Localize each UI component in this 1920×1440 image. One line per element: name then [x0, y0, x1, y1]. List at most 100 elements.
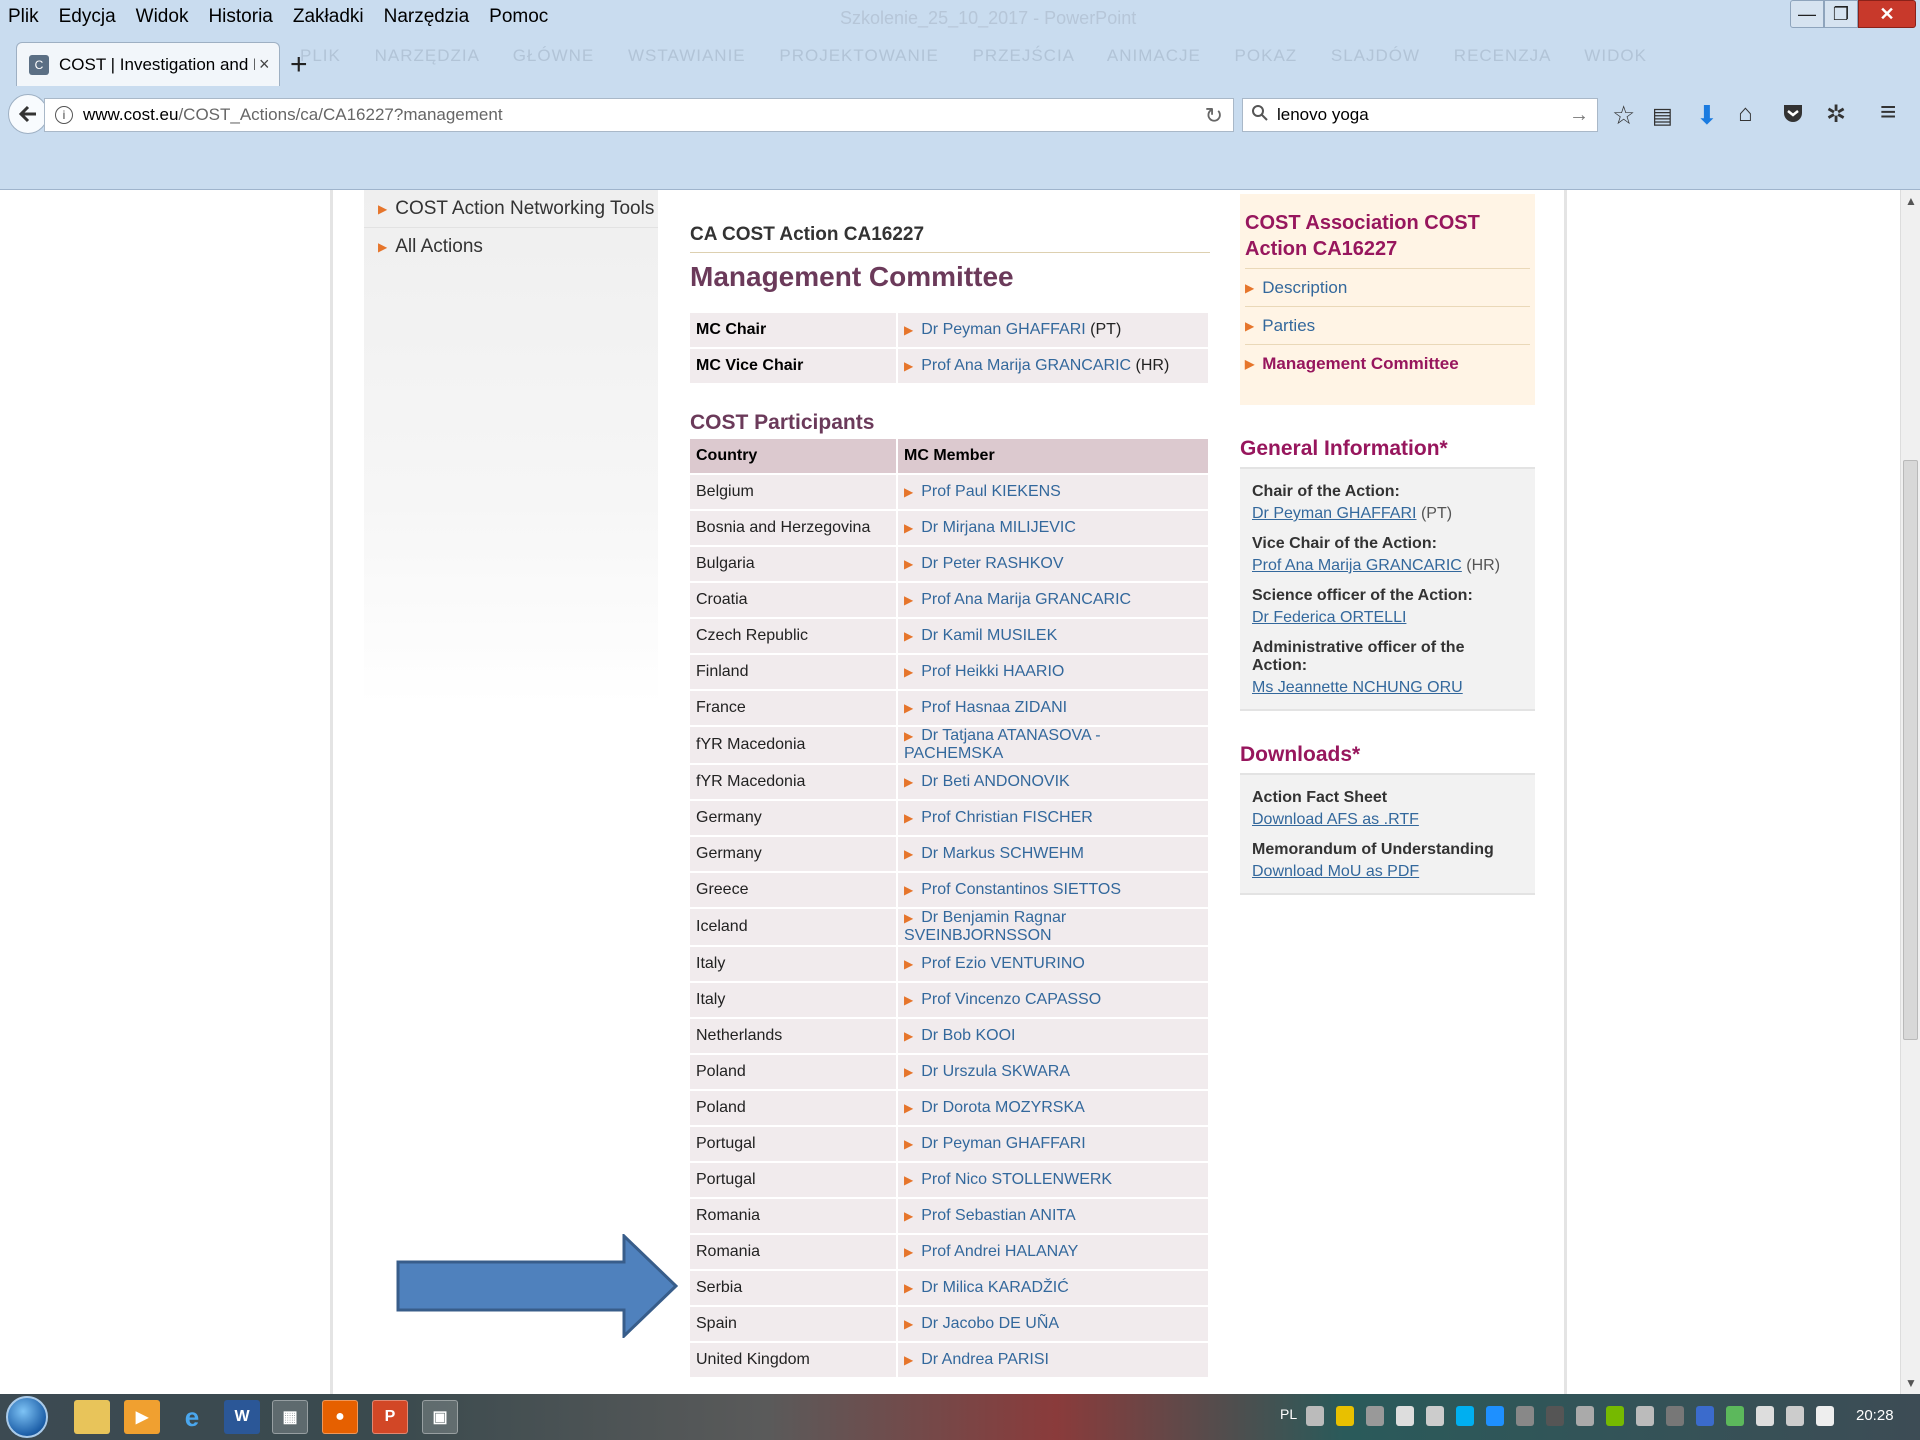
wifi-signal-icon[interactable]	[1786, 1406, 1804, 1426]
member-link[interactable]: Prof Andrei HALANAY	[921, 1243, 1078, 1260]
volume-icon[interactable]	[1816, 1406, 1834, 1426]
bluetooth-icon[interactable]	[1696, 1406, 1714, 1426]
menu-pomoc[interactable]: Pomoc	[487, 6, 550, 28]
nvidia-icon[interactable]	[1606, 1406, 1624, 1426]
member-link[interactable]: Prof Ana Marija GRANCARIC	[921, 591, 1131, 608]
member-link[interactable]: Dr Milica KARADŽIĆ	[921, 1279, 1069, 1296]
action-link-management-committee[interactable]: ▶ Management Committee	[1245, 345, 1530, 383]
remote-desktop-icon[interactable]: ▣	[422, 1400, 458, 1434]
member-link[interactable]: Prof Heikki HAARIO	[921, 663, 1064, 680]
leftnav-networking-tools[interactable]: ▶ COST Action Networking Tools	[364, 190, 658, 228]
menu-icon[interactable]: ≡	[1880, 96, 1896, 128]
person-link[interactable]: Dr Federica ORTELLI	[1252, 609, 1406, 627]
person-link[interactable]: Prof Ana Marija GRANCARIC	[921, 357, 1131, 374]
url-bar[interactable]: i www.cost.eu/COST_Actions/ca/CA16227?ma…	[44, 98, 1234, 132]
scroll-thumb[interactable]	[1903, 460, 1918, 1040]
menu-historia[interactable]: Historia	[206, 6, 274, 28]
device-icon[interactable]	[1636, 1406, 1654, 1426]
download-link[interactable]: Download AFS as .RTF	[1252, 811, 1419, 829]
search-go-icon[interactable]: →	[1569, 104, 1589, 127]
usb-icon[interactable]	[1726, 1406, 1744, 1426]
member-link[interactable]: Prof Nico STOLLENWERK	[921, 1171, 1112, 1188]
member-link[interactable]: Dr Peter RASHKOV	[921, 555, 1063, 572]
member-link[interactable]: Dr Benjamin Ragnar SVEINBJORNSSON	[904, 909, 1066, 944]
vertical-scrollbar[interactable]: ▲ ▼	[1900, 190, 1920, 1394]
tab-close-icon[interactable]: ×	[259, 54, 270, 75]
gamepad-icon[interactable]	[1516, 1406, 1534, 1426]
mute-icon[interactable]	[1576, 1406, 1594, 1426]
member-link[interactable]: Dr Tatjana ATANASOVA - PACHEMSKA	[904, 727, 1101, 762]
star-icon[interactable]: ☆	[1612, 100, 1635, 131]
menu-edycja[interactable]: Edycja	[57, 6, 118, 28]
camera-icon[interactable]	[1666, 1406, 1684, 1426]
battery-icon[interactable]	[1756, 1406, 1774, 1426]
download-link[interactable]: Download MoU as PDF	[1252, 863, 1419, 881]
member-link[interactable]: Dr Markus SCHWEHM	[921, 845, 1084, 862]
menu-zakladki[interactable]: Zakładki	[291, 6, 366, 28]
member-link[interactable]: Dr Jacobo DE UÑA	[921, 1315, 1059, 1332]
powerpoint-icon[interactable]: P	[372, 1400, 408, 1434]
maximize-button[interactable]: ❐	[1824, 0, 1858, 28]
member-link[interactable]: Dr Peyman GHAFFARI	[921, 1135, 1085, 1152]
reading-list-icon[interactable]: ▤	[1652, 103, 1673, 129]
download-icon[interactable]: ⬇	[1696, 100, 1718, 131]
network-drive-icon[interactable]	[1366, 1406, 1384, 1426]
display-icon[interactable]	[1546, 1406, 1564, 1426]
member-link[interactable]: Prof Christian FISCHER	[921, 809, 1093, 826]
search-bar[interactable]: lenovo yoga →	[1242, 98, 1598, 132]
browser-tab[interactable]: C COST | Investigation and Mat ×	[16, 42, 280, 86]
member-link[interactable]: Dr Urszula SKWARA	[921, 1063, 1070, 1080]
site-info-icon[interactable]: i	[55, 106, 73, 124]
person-link[interactable]: Ms Jeannette NCHUNG ORU	[1252, 679, 1463, 697]
member-link[interactable]: Prof Hasnaa ZIDANI	[921, 699, 1067, 716]
calculator-icon[interactable]: ▦	[272, 1400, 308, 1434]
bullet-arrow-icon: ▶	[1245, 357, 1255, 371]
member-link[interactable]: Dr Beti ANDONOVIK	[921, 773, 1069, 790]
person-link[interactable]: Dr Peyman GHAFFARI	[1252, 505, 1416, 523]
person-link[interactable]: Prof Ana Marija GRANCARIC	[1252, 557, 1462, 575]
member-link[interactable]: Dr Bob KOOI	[921, 1027, 1015, 1044]
member-link[interactable]: Prof Sebastian ANITA	[921, 1207, 1075, 1224]
home-icon[interactable]: ⌂	[1738, 100, 1753, 128]
member-link[interactable]: Prof Vincenzo CAPASSO	[921, 991, 1101, 1008]
update-icon[interactable]	[1486, 1406, 1504, 1426]
menu-widok[interactable]: Widok	[134, 6, 191, 28]
reload-icon[interactable]: ↻	[1205, 103, 1223, 129]
menu-plik[interactable]: Plik	[6, 6, 41, 28]
member-link[interactable]: Dr Dorota MOZYRSKA	[921, 1099, 1085, 1116]
action-link-parties[interactable]: ▶ Parties	[1245, 307, 1530, 345]
minimize-button[interactable]: —	[1790, 0, 1824, 28]
action-link-description[interactable]: ▶ Description	[1245, 269, 1530, 307]
leftnav-all-actions[interactable]: ▶ All Actions	[364, 228, 658, 266]
member-link[interactable]: Prof Constantinos SIETTOS	[921, 881, 1121, 898]
media-player-icon[interactable]: ▶	[124, 1400, 160, 1434]
back-button[interactable]	[8, 94, 48, 134]
member-link[interactable]: Dr Mirjana MILIJEVIC	[921, 519, 1076, 536]
member-link[interactable]: Dr Andrea PARISI	[921, 1351, 1049, 1368]
power-icon[interactable]	[1426, 1406, 1444, 1426]
action-center-flag-icon[interactable]	[1396, 1406, 1414, 1426]
new-tab-button[interactable]: +	[290, 48, 308, 82]
firefox-icon[interactable]: ●	[322, 1400, 358, 1434]
search-input[interactable]: lenovo yoga	[1277, 105, 1569, 125]
internet-explorer-icon[interactable]: e	[174, 1400, 210, 1434]
scroll-up-icon[interactable]: ▲	[1905, 194, 1917, 208]
menu-narzedzia[interactable]: Narzędzia	[382, 6, 472, 28]
file-explorer-icon[interactable]	[74, 1400, 110, 1434]
bullet-arrow-icon: ▶	[904, 323, 914, 337]
keyboard-icon[interactable]	[1306, 1406, 1324, 1426]
extension-icon[interactable]: ✲	[1826, 100, 1846, 129]
pocket-icon[interactable]	[1782, 100, 1804, 131]
security-shield-icon[interactable]	[1336, 1406, 1354, 1426]
member-link[interactable]: Prof Ezio VENTURINO	[921, 955, 1085, 972]
skype-icon[interactable]	[1456, 1406, 1474, 1426]
person-link[interactable]: Dr Peyman GHAFFARI	[921, 321, 1085, 338]
member-link[interactable]: Dr Kamil MUSILEK	[921, 627, 1057, 644]
country-cell: Poland	[690, 1091, 896, 1125]
scroll-down-icon[interactable]: ▼	[1905, 1376, 1917, 1390]
member-link[interactable]: Prof Paul KIEKENS	[921, 483, 1061, 500]
start-button[interactable]	[6, 1396, 48, 1438]
word-icon[interactable]: W	[224, 1400, 260, 1434]
close-window-button[interactable]: ✕	[1858, 0, 1916, 28]
language-indicator[interactable]: PL	[1280, 1406, 1297, 1422]
